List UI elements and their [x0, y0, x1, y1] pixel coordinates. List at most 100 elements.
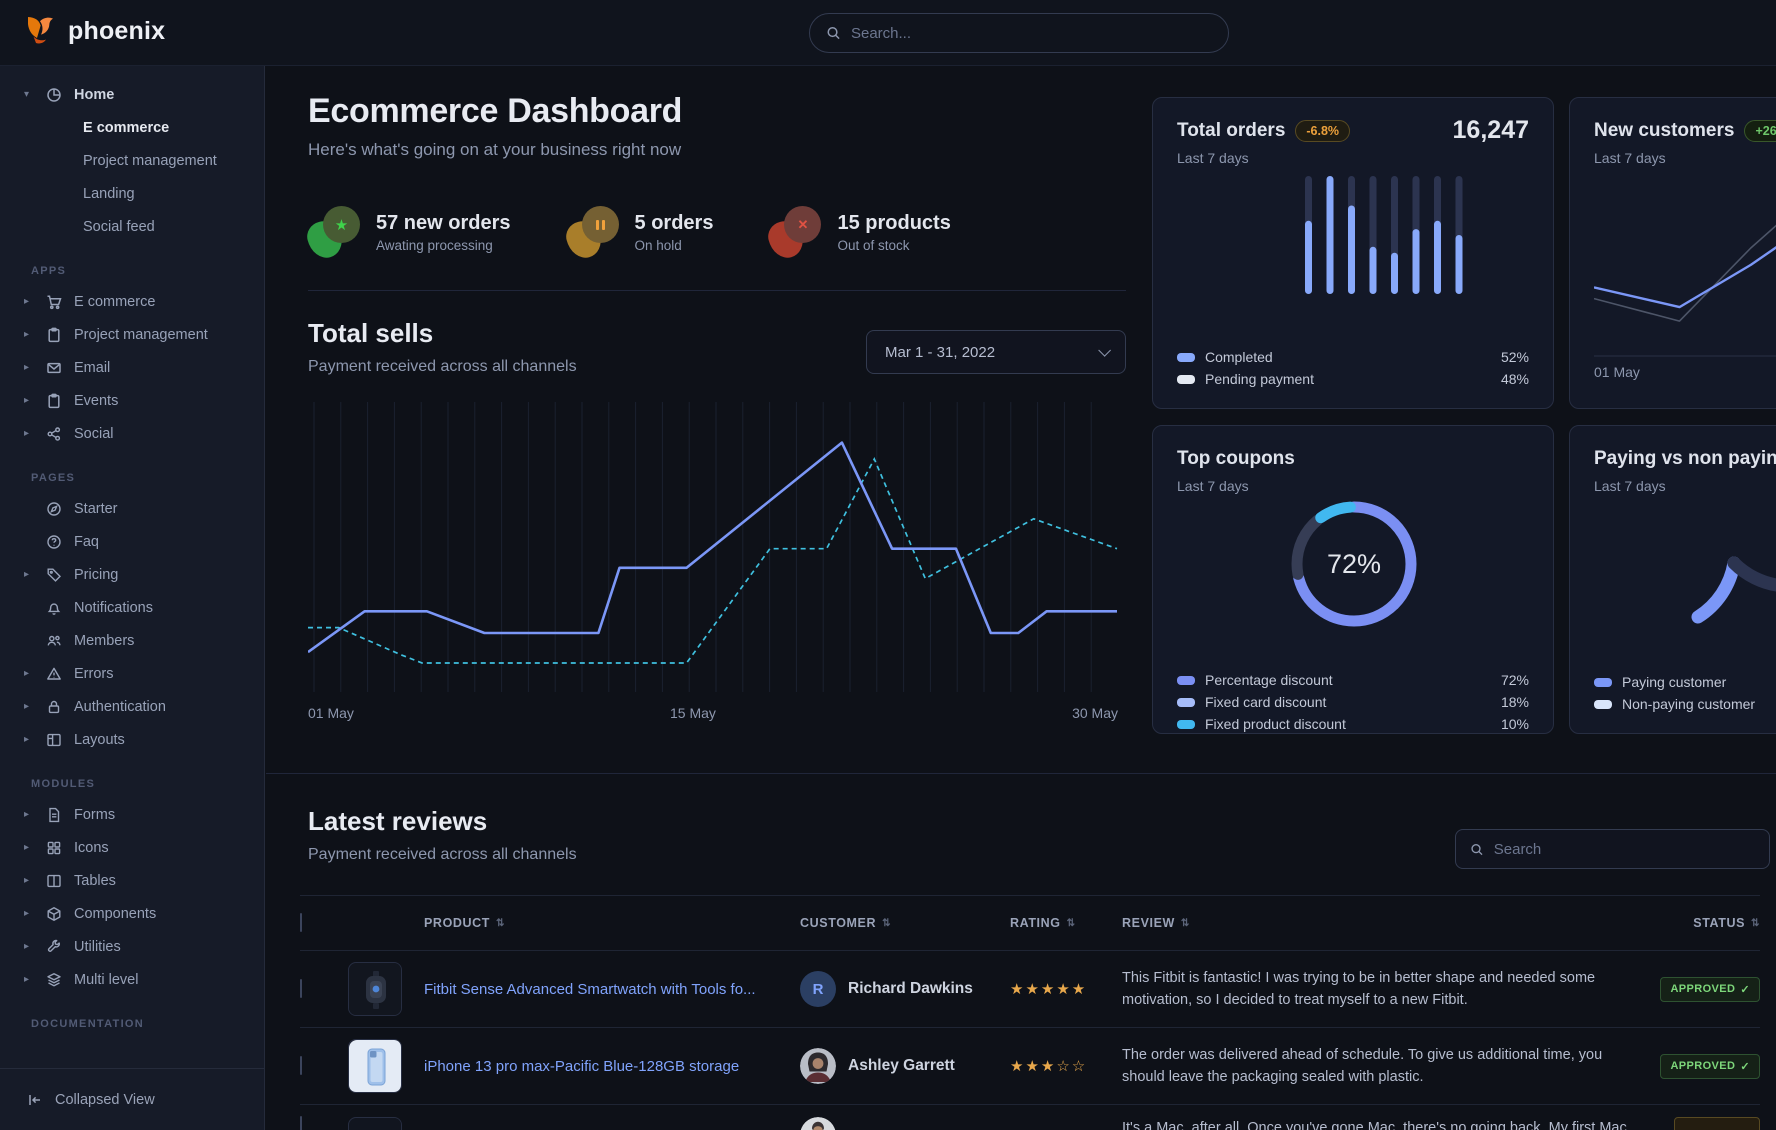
stat-orders-on-hold: 5 ordersOn hold — [567, 206, 714, 258]
sidebar-item-layouts[interactable]: ▸ Layouts — [0, 723, 264, 756]
pie-chart-icon — [46, 87, 62, 103]
warning-triangle-icon — [46, 666, 62, 682]
reviews-search[interactable] — [1455, 829, 1770, 869]
sidebar-item-project-management-dashboard[interactable]: Project management — [0, 144, 264, 177]
latest-reviews-subtitle: Payment received across all channels — [308, 846, 577, 864]
sidebar-item-forms[interactable]: ▸ Forms — [0, 798, 264, 831]
section-divider — [266, 773, 1776, 774]
brand-logo[interactable]: phoenix — [24, 14, 165, 48]
sidebar-item-label: Home — [74, 87, 114, 103]
top-coupons-legend: Percentage discount 72% Fixed card disco… — [1177, 669, 1529, 735]
search-icon — [826, 25, 841, 41]
product-link[interactable]: Fitbit Sense Advanced Smartwatch with To… — [424, 981, 776, 998]
sidebar-item-ecommerce[interactable]: ▸ E commerce — [0, 285, 264, 318]
top-navbar: phoenix — [0, 0, 1776, 66]
total-orders-value: 16,247 — [1453, 116, 1529, 145]
sidebar-item-ecommerce-dashboard[interactable]: E commerce — [0, 111, 264, 144]
sidebar-item-utilities[interactable]: ▸ Utilities — [0, 930, 264, 963]
product-link[interactable]: iPhone 13 pro max-Pacific Blue-128GB sto… — [424, 1058, 759, 1075]
sidebar-item-members[interactable]: Members — [0, 624, 264, 657]
sidebar-item-starter[interactable]: Starter — [0, 492, 264, 525]
row-checkbox[interactable] — [300, 979, 302, 998]
stat-out-of-stock: ✕ 15 productsOut of stock — [769, 206, 950, 258]
sidebar-item-pricing[interactable]: ▸ Pricing — [0, 558, 264, 591]
sidebar-nav: ▾ Home E commerce Project management Lan… — [0, 66, 265, 1130]
row-checkbox[interactable] — [300, 1056, 302, 1075]
new-customers-line-chart — [1594, 198, 1776, 363]
row-checkbox[interactable] — [300, 1116, 302, 1130]
sidebar-item-errors[interactable]: ▸ Errors — [0, 657, 264, 690]
sort-icon: ⇅ — [1067, 918, 1076, 929]
check-icon: ✓ — [1740, 983, 1750, 996]
sort-icon: ⇅ — [1181, 918, 1190, 929]
caret-right-icon: ▸ — [24, 668, 40, 679]
total-sells-subtitle: Payment received across all channels — [308, 358, 577, 376]
compass-icon — [46, 501, 62, 517]
total-sells-x-labels: 01 May 15 May 30 May — [308, 705, 1126, 725]
sidebar-section-modules: MODULES — [0, 778, 264, 790]
column-header-product[interactable]: PRODUCT⇅ — [424, 916, 800, 930]
customer-cell[interactable]: R Richard Dawkins — [800, 971, 1010, 1007]
legend-item: Fixed product discount 10% — [1177, 713, 1529, 735]
product-link[interactable] — [424, 1119, 444, 1130]
sidebar-item-faq[interactable]: Faq — [0, 525, 264, 558]
sidebar-item-social-feed[interactable]: Social feed — [0, 210, 264, 243]
sidebar-item-home[interactable]: ▾ Home — [0, 78, 264, 111]
pending-swatch — [1177, 375, 1195, 384]
sidebar-item-notifications[interactable]: Notifications — [0, 591, 264, 624]
search-input[interactable] — [851, 25, 1212, 42]
caret-right-icon: ▸ — [24, 569, 40, 580]
column-header-status[interactable]: STATUS⇅ — [1682, 916, 1760, 930]
sidebar-item-landing[interactable]: Landing — [0, 177, 264, 210]
sidebar-item-components[interactable]: ▸ Components — [0, 897, 264, 930]
lock-icon — [46, 699, 62, 715]
collapsed-view-toggle[interactable]: Collapsed View — [0, 1068, 264, 1130]
sidebar-section-pages: PAGES — [0, 472, 264, 484]
customer-cell[interactable] — [800, 1117, 1010, 1130]
column-header-customer[interactable]: CUSTOMER⇅ — [800, 916, 1010, 930]
sidebar-item-authentication[interactable]: ▸ Authentication — [0, 690, 264, 723]
sidebar-item-events[interactable]: ▸ Events — [0, 384, 264, 417]
select-all-checkbox[interactable] — [300, 913, 302, 932]
question-circle-icon — [46, 534, 62, 550]
bell-icon — [46, 600, 62, 616]
rating-stars: ★★★☆☆ — [1010, 1057, 1122, 1075]
global-search[interactable] — [809, 13, 1229, 53]
collapsed-view-label: Collapsed View — [55, 1092, 155, 1108]
page-subtitle: Here's what's going on at your business … — [308, 140, 681, 160]
review-text: The order was delivered ahead of schedul… — [1122, 1044, 1627, 1088]
product-thumbnail-iphone[interactable] — [348, 1039, 402, 1093]
cube-icon — [46, 906, 62, 922]
new-customers-card: New customers +26.5% Last 7 days 01 May — [1569, 97, 1776, 409]
product-thumbnail-imac[interactable] — [348, 1117, 402, 1130]
reviews-table: PRODUCT⇅ CUSTOMER⇅ RATING⇅ REVIEW⇅ STATU… — [300, 895, 1760, 1130]
sidebar-item-tables[interactable]: ▸ Tables — [0, 864, 264, 897]
sidebar-item-icons[interactable]: ▸ Icons — [0, 831, 264, 864]
product-thumbnail-fitbit[interactable] — [348, 962, 402, 1016]
tag-icon — [46, 567, 62, 583]
top-coupons-donut-chart: 72% — [1284, 494, 1424, 634]
card-period: Last 7 days — [1594, 150, 1666, 166]
legend-item: Paying customer — [1594, 671, 1776, 693]
sidebar-item-social[interactable]: ▸ Social — [0, 417, 264, 450]
table-row: Fitbit Sense Advanced Smartwatch with To… — [300, 950, 1760, 1027]
completed-swatch — [1177, 353, 1195, 362]
review-text: It's a Mac, after all. Once you've gone … — [1122, 1117, 1627, 1130]
reviews-search-input[interactable] — [1494, 841, 1755, 858]
paying-customer-swatch — [1594, 678, 1612, 687]
date-range-select[interactable]: Mar 1 - 31, 2022 — [866, 330, 1126, 374]
status-badge: APPROVED✓ — [1660, 1054, 1760, 1079]
avatar — [800, 1048, 836, 1084]
x-axis-label: 01 May — [1594, 364, 1640, 380]
customer-cell[interactable]: Ashley Garrett — [800, 1048, 1010, 1084]
column-header-rating[interactable]: RATING⇅ — [1010, 916, 1122, 930]
sort-icon: ⇅ — [496, 918, 505, 929]
legend-item: Pending payment 48% — [1177, 368, 1529, 390]
donut-center-value: 72% — [1284, 494, 1424, 634]
section-divider — [308, 290, 1126, 291]
sidebar-item-project-management[interactable]: ▸ Project management — [0, 318, 264, 351]
column-header-review[interactable]: REVIEW⇅ — [1122, 916, 1682, 930]
sidebar-item-multi-level[interactable]: ▸ Multi level — [0, 963, 264, 996]
sidebar-item-email[interactable]: ▸ Email — [0, 351, 264, 384]
card-period: Last 7 days — [1177, 478, 1249, 494]
